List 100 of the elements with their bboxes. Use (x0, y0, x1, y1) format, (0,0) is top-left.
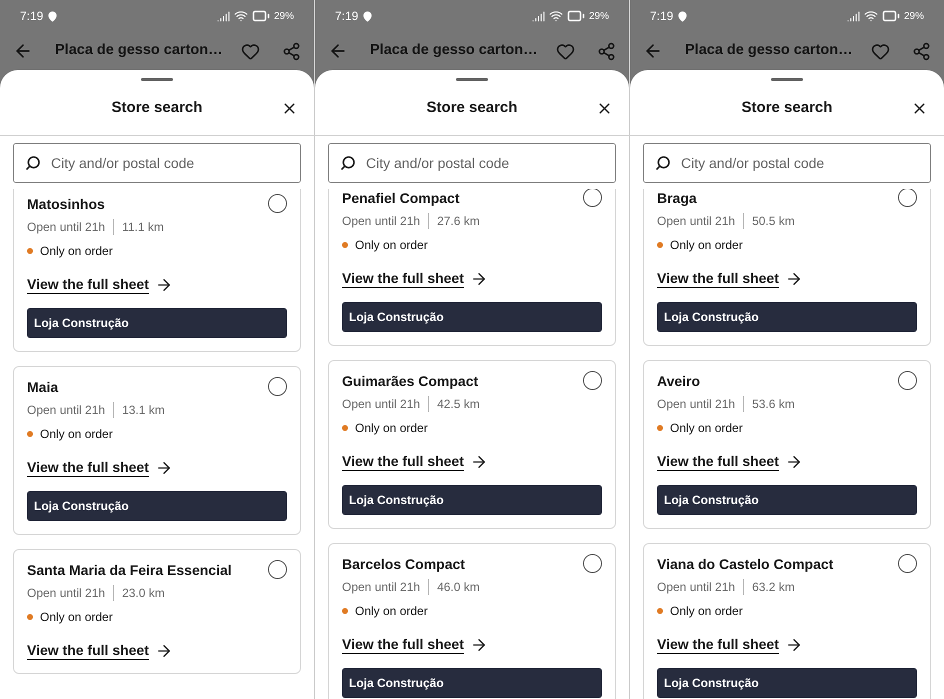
store-name: Guimarães Compact (342, 372, 478, 391)
store-distance: 13.1 km (122, 402, 165, 419)
store-name: Aveiro (657, 372, 700, 391)
signal-icon (532, 10, 545, 22)
availability-text: Only on order (40, 426, 113, 443)
store-type-tag: Loja Construção (657, 485, 917, 515)
store-name: Maia (27, 378, 58, 397)
store-name: Matosinhos (27, 195, 105, 214)
location-icon (362, 10, 374, 22)
radio-button[interactable] (268, 560, 287, 579)
store-type-tag: Loja Construção (657, 302, 917, 332)
full-sheet-link[interactable]: View the full sheet (27, 641, 149, 660)
opening-hours: Open until 21h (27, 402, 106, 419)
store-distance: 53.6 km (752, 396, 795, 413)
full-sheet-link[interactable]: View the full sheet (27, 275, 149, 294)
drag-handle[interactable] (456, 78, 488, 81)
store-card[interactable]: Braga Open until 21h 50.5 km Only on order View the full sheet Loja Construção (643, 189, 931, 346)
store-name: Braga (657, 189, 697, 208)
availability-text: Only on order (670, 603, 743, 620)
store-type-tag: Loja Construção (342, 302, 602, 332)
opening-hours: Open until 21h (342, 579, 420, 596)
full-sheet-link[interactable]: View the full sheet (657, 269, 779, 288)
availability-text: Only on order (355, 603, 428, 620)
status-time: 7:19 (20, 8, 44, 25)
store-name: Penafiel Compact (342, 189, 460, 208)
store-distance: 63.2 km (752, 579, 795, 596)
location-icon (677, 10, 688, 22)
page-title: Placa de gesso carton… (55, 41, 223, 60)
store-distance: 11.1 km (122, 219, 164, 236)
store-card[interactable]: Matosinhos Open until 21h 11.1 km Only on order View the full sheet Loja Construção (13, 189, 301, 352)
heart-icon[interactable] (556, 42, 575, 60)
drag-handle[interactable] (141, 78, 173, 81)
page-title: Placa de gesso carton… (685, 41, 853, 60)
opening-hours: Open until 21h (657, 579, 736, 596)
battery-level: 29% (904, 10, 924, 24)
search-field[interactable]: City and/or postal code (328, 143, 616, 183)
full-sheet-link[interactable]: View the full sheet (657, 452, 779, 471)
radio-button[interactable] (268, 377, 287, 396)
store-type-tag: Loja Construção (27, 491, 287, 521)
battery-level: 29% (588, 10, 609, 24)
opening-hours: Open until 21h (27, 219, 106, 236)
full-sheet-link[interactable]: View the full sheet (657, 635, 779, 654)
radio-button[interactable] (898, 189, 917, 207)
store-distance: 27.6 km (437, 213, 480, 230)
availability-text: Only on order (670, 237, 743, 254)
store-card[interactable]: Penafiel Compact Open until 21h 27.6 km Only on order View the full sheet Loja Construção (328, 189, 616, 346)
signal-icon (216, 10, 230, 22)
full-sheet-link[interactable]: View the full sheet (342, 452, 464, 471)
heart-icon[interactable] (241, 42, 260, 60)
share-icon[interactable] (282, 42, 301, 60)
radio-button[interactable] (898, 554, 917, 573)
store-card[interactable]: Maia Open until 21h 13.1 km Only on order View the full sheet Loja Construção (13, 366, 301, 535)
store-distance: 42.5 km (437, 396, 480, 413)
store-card[interactable]: Barcelos Compact Open until 21h 46.0 km Only on order View the full sheet Loja Construção (328, 543, 616, 699)
share-icon[interactable] (597, 42, 616, 60)
store-type-tag: Loja Construção (342, 668, 602, 698)
search-field[interactable]: City and/or postal code (643, 143, 931, 183)
share-icon[interactable] (912, 42, 931, 60)
radio-button[interactable] (268, 194, 287, 213)
availability-text: Only on order (40, 243, 113, 260)
opening-hours: Open until 21h (657, 396, 736, 413)
opening-hours: Open until 21h (342, 213, 420, 230)
availability-text: Only on order (40, 609, 113, 626)
availability-text: Only on order (355, 237, 428, 254)
drag-handle[interactable] (771, 78, 803, 81)
store-card[interactable]: Guimarães Compact Open until 21h 42.5 km Only on order View the full sheet Loja Construção (328, 360, 616, 529)
availability-text: Only on order (355, 420, 428, 437)
battery-level: 29% (274, 10, 294, 24)
search-icon (25, 155, 41, 171)
availability-text: Only on order (670, 420, 743, 437)
location-icon (47, 10, 58, 22)
store-type-tag: Loja Construção (342, 485, 602, 515)
store-name: Barcelos Compact (342, 555, 465, 574)
status-time: 7:19 (650, 8, 674, 25)
radio-button[interactable] (583, 189, 602, 207)
store-card[interactable]: Aveiro Open until 21h 53.6 km Only on order View the full sheet Loja Construção (643, 360, 931, 529)
search-icon (340, 155, 356, 171)
search-icon (655, 155, 671, 171)
store-distance: 46.0 km (437, 579, 480, 596)
radio-button[interactable] (583, 554, 602, 573)
full-sheet-link[interactable]: View the full sheet (27, 458, 149, 477)
full-sheet-link[interactable]: View the full sheet (342, 269, 464, 288)
search-field[interactable]: City and/or postal code (13, 143, 301, 183)
store-distance: 23.0 km (122, 585, 165, 602)
signal-icon (846, 10, 860, 22)
full-sheet-link[interactable]: View the full sheet (342, 635, 464, 654)
store-card[interactable]: Viana do Castelo Compact Open until 21h 63.2 km Only on order View the full sheet Loja Construção (643, 543, 931, 699)
opening-hours: Open until 21h (342, 396, 420, 413)
page-title: Placa de gesso carton… (370, 41, 538, 60)
radio-button[interactable] (898, 371, 917, 390)
store-name: Santa Maria da Feira Essencial (27, 561, 232, 580)
sheet-title: Store search (426, 98, 518, 118)
sheet-title: Store search (112, 98, 202, 118)
heart-icon[interactable] (871, 42, 890, 60)
store-name: Viana do Castelo Compact (657, 555, 834, 574)
store-distance: 50.5 km (752, 213, 795, 230)
sheet-title: Store search (742, 98, 832, 118)
radio-button[interactable] (583, 371, 602, 390)
store-card[interactable]: Santa Maria da Feira Essencial Open until 21h 23.0 km Only on order View the full sheet (13, 549, 301, 674)
store-type-tag: Loja Construção (27, 308, 287, 338)
